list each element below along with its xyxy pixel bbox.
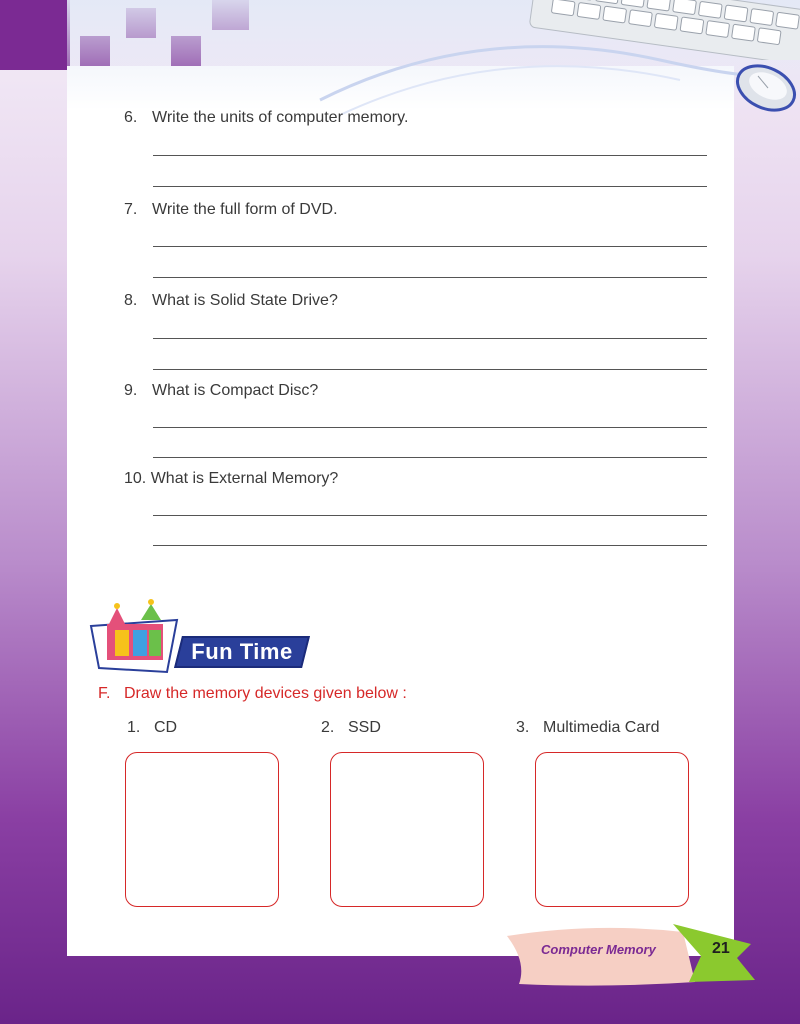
device-number: 2. — [321, 719, 335, 736]
device-item-ssd: 2. SSD — [321, 719, 381, 737]
device-item-cd: 1. CD — [127, 719, 177, 737]
answer-line[interactable] — [153, 186, 707, 187]
answer-line[interactable] — [153, 155, 707, 156]
question-number: 7. — [124, 201, 138, 218]
question-9: 9. What is Compact Disc? — [124, 382, 318, 400]
answer-line[interactable] — [153, 369, 707, 370]
question-text: What is External Memory? — [150, 470, 339, 487]
fun-time-label: Fun Time — [191, 639, 293, 664]
question-text: What is Compact Disc? — [152, 382, 319, 399]
answer-line[interactable] — [153, 427, 707, 428]
question-6: 6. Write the units of computer memory. — [124, 109, 408, 127]
answer-line[interactable] — [153, 545, 707, 546]
question-8: 8. What is Solid State Drive? — [124, 292, 338, 310]
fun-time-banner: Fun Time — [174, 636, 310, 668]
device-name: SSD — [348, 719, 381, 736]
section-instruction: Draw the memory devices given below : — [124, 685, 407, 702]
answer-line[interactable] — [153, 457, 707, 458]
device-number: 1. — [127, 719, 141, 736]
question-number: 10. — [124, 470, 147, 487]
chapter-name: Computer Memory — [541, 942, 656, 957]
answer-line[interactable] — [153, 338, 707, 339]
question-text: What is Solid State Drive? — [152, 292, 338, 309]
keyboard-icon — [529, 0, 800, 60]
question-text: Write the full form of DVD. — [152, 201, 338, 218]
device-name: Multimedia Card — [543, 719, 660, 736]
decor-square — [0, 0, 70, 70]
drawing-box-multimedia-card[interactable] — [535, 752, 689, 907]
question-number: 8. — [124, 292, 138, 309]
section-letter: F. — [98, 685, 111, 702]
section-f-title: F. Draw the memory devices given below : — [98, 685, 407, 703]
answer-line[interactable] — [153, 246, 707, 247]
answer-line[interactable] — [153, 277, 707, 278]
device-item-multimedia-card: 3. Multimedia Card — [516, 719, 659, 737]
question-10: 10. What is External Memory? — [124, 470, 338, 488]
drawing-box-cd[interactable] — [125, 752, 279, 907]
question-number: 6. — [124, 109, 138, 126]
answer-line[interactable] — [153, 515, 707, 516]
device-number: 3. — [516, 719, 530, 736]
drawing-box-ssd[interactable] — [330, 752, 484, 907]
question-text: Write the units of computer memory. — [152, 109, 409, 126]
question-7: 7. Write the full form of DVD. — [124, 201, 338, 219]
device-name: CD — [154, 719, 178, 736]
page-number: 21 — [712, 940, 730, 957]
mouse-icon — [736, 64, 796, 112]
question-number: 9. — [124, 382, 138, 399]
